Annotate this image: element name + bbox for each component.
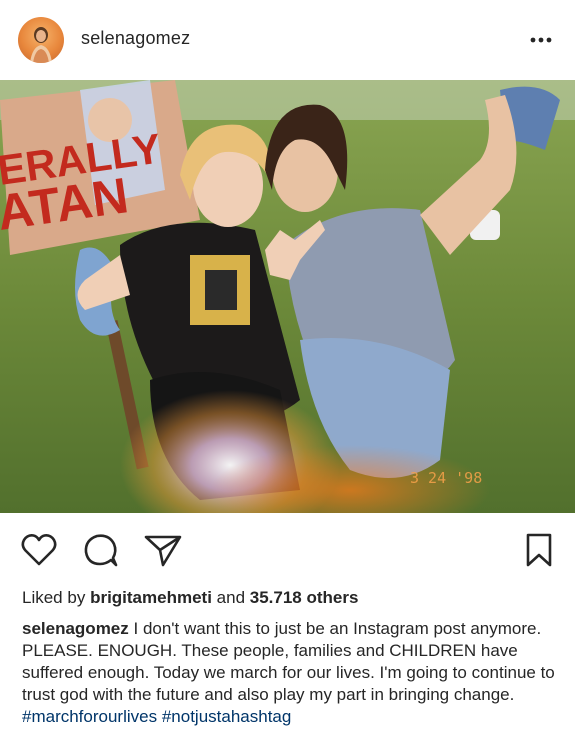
likes-prefix: Liked by — [22, 588, 86, 607]
post-photo[interactable]: ERALLY ATAN 3 24 '98 — [0, 80, 575, 513]
bookmark-outline-icon[interactable] — [523, 532, 555, 568]
paper-plane-icon[interactable] — [143, 532, 183, 568]
avatar[interactable] — [18, 17, 64, 63]
post-header: selenagomez — [0, 0, 575, 80]
liked-by-user-link[interactable]: brigitamehmeti — [90, 588, 212, 607]
hashtag-link[interactable]: #notjustahashtag — [162, 707, 292, 726]
header-username[interactable]: selenagomez — [81, 28, 190, 49]
heart-outline-icon[interactable] — [20, 532, 58, 568]
likes-connector: and — [216, 588, 246, 607]
hashtag-link[interactable]: #marchforourlives — [22, 707, 157, 726]
avatar-portrait-icon — [30, 27, 52, 63]
ellipsis-horizontal-icon[interactable] — [525, 28, 557, 52]
likes-count-link[interactable]: 35.718 others — [250, 588, 359, 607]
likes-summary: Liked by brigitamehmeti and 35.718 other… — [22, 588, 358, 608]
caption-username[interactable]: selenagomez — [22, 619, 129, 638]
post-caption: selenagomez I don't want this to just be… — [22, 618, 557, 728]
comment-bubble-icon[interactable] — [82, 532, 120, 568]
photo-timestamp: 3 24 '98 — [410, 469, 482, 487]
